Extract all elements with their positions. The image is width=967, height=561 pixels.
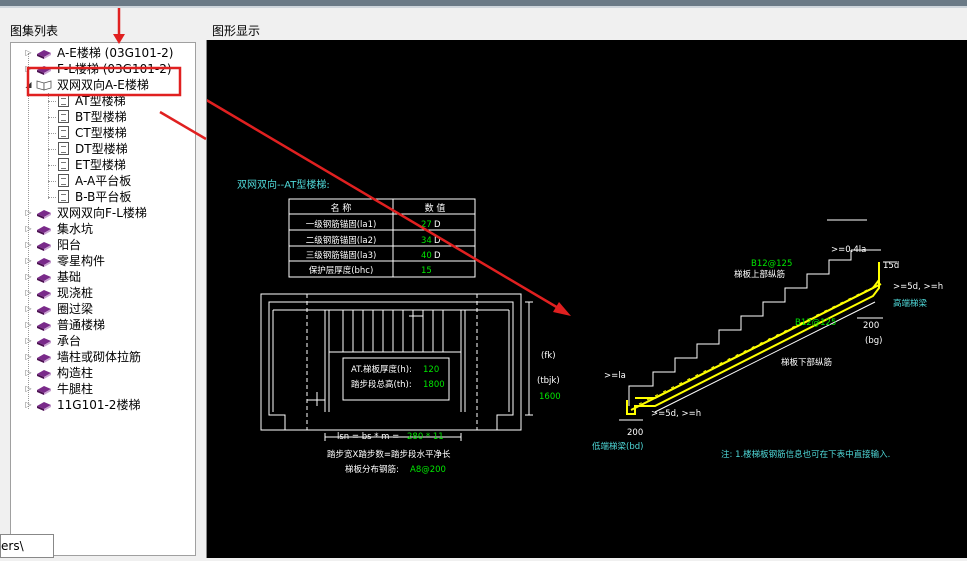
annotation-down-arrowhead [113,34,125,44]
red-annotations [26,8,207,141]
annotation-highlight-box [26,66,182,97]
annotation-arrow-line-start [159,110,207,141]
